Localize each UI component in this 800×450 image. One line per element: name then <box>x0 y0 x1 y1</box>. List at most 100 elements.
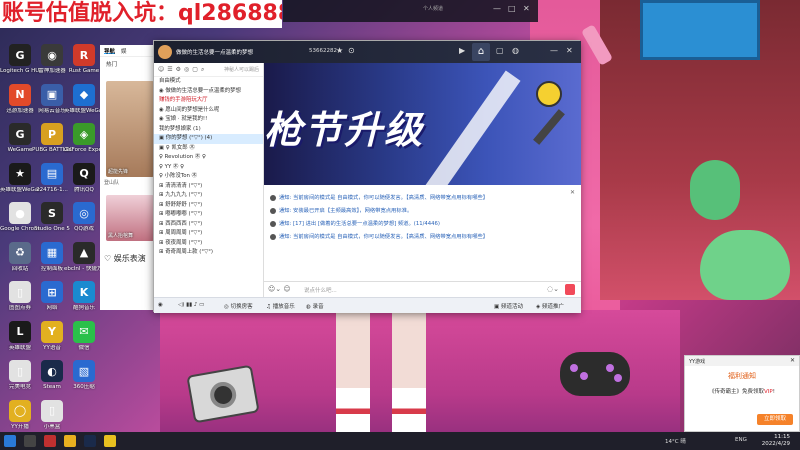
claim-button[interactable]: 立即领取 <box>757 414 793 425</box>
screen-icon[interactable]: ▢ <box>496 46 504 55</box>
channel-row[interactable]: ♀ YY ㊍ ♀ <box>154 163 263 173</box>
user-icon[interactable]: ☺ <box>158 66 164 73</box>
channel-row[interactable]: ⊞ 嘟嘟嘟嘟 (°▽°) <box>154 210 263 220</box>
channel-row[interactable]: 自由模式 <box>154 77 263 87</box>
event-banner[interactable]: 枪节升级 <box>264 63 581 185</box>
channel-row[interactable]: ⊞ 九九九九 (°▽°) <box>154 191 263 201</box>
taskbar-app-icon[interactable] <box>44 435 56 447</box>
settings-icon[interactable]: ⚙ <box>176 66 181 73</box>
switch-mode-button[interactable]: ◎ 切换房客 <box>224 302 253 310</box>
notification-header: YY游戏 ✕ <box>685 356 799 366</box>
mic-icon[interactable]: ◎ <box>184 66 189 73</box>
search-icon[interactable]: ⌕ <box>201 66 204 73</box>
desktop-icon[interactable]: ▲ ebclnl - 快捷方式 <box>64 241 104 273</box>
favorite-icon[interactable]: ★ <box>336 46 343 55</box>
channel-activity-button[interactable]: ▣ 频道活动 <box>494 302 523 310</box>
tab-yu[interactable]: 娱 <box>121 47 127 55</box>
desktop-icon[interactable]: ▧ 360压缩 <box>68 360 100 391</box>
desktop-app-icon: ◉ <box>41 44 63 66</box>
live-thumb-2[interactable]: 黑人抬棺舞 <box>106 195 154 241</box>
gamepad-icon[interactable]: ◍ <box>512 46 519 55</box>
live-thumb-1[interactable]: 超能先锋 <box>106 81 154 177</box>
avatar-small[interactable]: ◉ <box>158 302 163 308</box>
close-icon[interactable]: ✕ <box>523 4 530 13</box>
window-titlebar: 做做的生活总要一点温柔的梦想 53662282 ★ ⊙ ▶ ⌂ ▢ ◍ — ✕ <box>154 41 581 63</box>
channel-promo-button[interactable]: ◈ 频道推广 <box>536 302 564 310</box>
channel-row[interactable]: ⊞ 西西西西 (°▽°) <box>154 220 263 230</box>
mic-button-icon[interactable] <box>565 284 575 295</box>
channel-row[interactable]: ◉ 愿山间的梦想是什么呢 <box>154 106 263 116</box>
start-icon[interactable] <box>4 435 16 447</box>
chat-message-text: 通知: 安装最已开启【主频最高效】，网络带宽点用标准。 <box>279 208 413 214</box>
channel-tree: ☺ ☰ ⚙ ◎ ▢ ⌕ 神秘人可以踢后 自由模式 ◉ 做做的生活总要一点温柔的梦想… <box>154 63 264 313</box>
window-close-icon[interactable]: ✕ <box>566 46 573 55</box>
notification-body-text: 《传奇霸主》免费领取 <box>709 389 765 395</box>
channel-row[interactable]: ⊞ 周周周周 (°▽°) <box>154 229 263 239</box>
taskbar-steam-icon[interactable] <box>84 435 96 447</box>
chat-message: 通知: 当前房间的模式是 自由模式，你可以随便发言。【高清质、网络带宽点用标有哪… <box>270 232 488 240</box>
channel-row[interactable]: 我的梦想娘家 (1) <box>154 125 263 135</box>
tab-hot[interactable]: 热门 <box>100 57 160 71</box>
notification-close-icon[interactable]: ✕ <box>790 357 795 364</box>
taskbar-app-icon[interactable] <box>24 435 36 447</box>
game-notification: YY游戏 ✕ 福利通知 《传奇霸主》免费领取VIP! 立即领取 <box>684 355 800 432</box>
channel-row[interactable]: ◉ 宝娘 · 就是我的!! <box>154 115 263 125</box>
wallpaper-blue-box <box>640 0 760 60</box>
chat-message: 通知: 安装最已开启【主频最高效】，网络带宽点用标准。 <box>270 206 412 214</box>
taskbar-yy-icon[interactable] <box>104 435 116 447</box>
desktop-app-icon: ◐ <box>41 360 63 382</box>
desktop-icon-label: Rust Game <box>68 68 100 74</box>
desktop-icon[interactable]: ✉ 微信 <box>68 320 100 352</box>
channel-row[interactable]: ♀ 小陈没Ton ㊍ <box>154 172 263 182</box>
weather-status[interactable]: 14°C 晴 <box>665 437 686 445</box>
channel-row[interactable]: ▣ 你的梦想 (°▽°) (4) <box>154 134 263 144</box>
desktop-app-icon: ★ <box>9 162 31 185</box>
desktop-icon[interactable]: R Rust Game <box>68 44 100 75</box>
share-icon[interactable]: ⊙ <box>348 46 355 55</box>
list-icon[interactable]: ☰ <box>167 66 172 73</box>
play-music-button[interactable]: ♫ 播放音乐 <box>266 302 295 310</box>
watermark-text: 账号估值脱入坑：ql2868884 <box>0 0 282 28</box>
desktop-icon[interactable]: ▯ 小黑盒 <box>36 399 68 431</box>
channel-row[interactable]: 赚钱的手游陪玩大厅 <box>154 96 263 106</box>
volume-icon[interactable]: ◁) ▮▮ ♪ ▭ <box>178 302 204 308</box>
video-icon[interactable]: ▶ <box>459 46 465 55</box>
channel-row[interactable]: ⊞ 舒舒舒舒 (°▽°) <box>154 201 263 211</box>
desktop-icon[interactable]: ◆英雄联盟WeGame版 <box>64 83 104 115</box>
maximize-icon[interactable]: □ <box>508 4 516 13</box>
channel-row[interactable]: ♀ Revolution ㊍ ♀ <box>154 153 263 163</box>
window-minimize-icon[interactable]: — <box>550 46 558 55</box>
chat-input[interactable]: 说点什么吧... <box>304 286 337 294</box>
desktop-icon-label: 360压缩 <box>73 384 95 390</box>
language-indicator[interactable]: ENG <box>735 437 747 443</box>
gift-icon[interactable]: ▢ <box>192 66 198 73</box>
clock[interactable]: 11:15 2022/4/29 <box>762 434 790 448</box>
room-avatar[interactable] <box>158 45 172 59</box>
desktop-icon[interactable]: Q 腾讯QQ <box>68 162 100 194</box>
live-thumb-1-caption: 超能先锋 <box>108 169 129 175</box>
tab-nav[interactable]: 导航 <box>104 47 116 55</box>
desktop-icon[interactable]: ◈ GeForce Experience <box>64 123 104 154</box>
wallpaper-green-blob <box>690 160 740 220</box>
chat-close-icon[interactable]: ✕ <box>570 189 575 196</box>
live-thumb-1-label: 登山队 <box>104 180 120 186</box>
channel-row[interactable]: ⊞ 奇奇周周上款 (°▽°) <box>154 248 263 258</box>
record-button[interactable]: ◍ 录音 <box>306 302 324 310</box>
channel-row[interactable]: ▣ ♀ 凯女郎 ㊍ <box>154 144 263 154</box>
taskbar-app-icon[interactable] <box>64 435 76 447</box>
clock-time: 11:15 <box>774 434 790 440</box>
emoji-icon[interactable]: ☺⌄ ☺ <box>268 285 291 293</box>
wallpaper-gamepad <box>560 352 630 396</box>
personal-channel-label[interactable]: 个人频道 <box>423 5 483 17</box>
chat-message-text: 通知: 当前房间的模式是 自由模式，你可以随便发言。【高清质、网络带宽点用标有哪… <box>279 234 489 240</box>
minimize-icon[interactable]: — <box>493 4 501 13</box>
home-icon[interactable]: ⌂ <box>472 43 490 61</box>
desktop-icon[interactable]: K 酷狗音乐 <box>68 281 100 312</box>
desktop-app-icon: ● <box>9 202 31 224</box>
banner-title: 枪节升级 <box>264 108 425 152</box>
send-icon[interactable]: ◌⌄ <box>547 285 559 293</box>
channel-row[interactable]: ◉ 做做的生活总要一点温柔的梦想 <box>154 87 263 97</box>
desktop-icon[interactable]: ◎ QQ游戏 <box>68 202 100 233</box>
channel-row[interactable]: ⊞ 清清清清 (°▽°) <box>154 182 263 192</box>
channel-row[interactable]: ⊞ 夜夜周周 (°▽°) <box>154 239 263 249</box>
